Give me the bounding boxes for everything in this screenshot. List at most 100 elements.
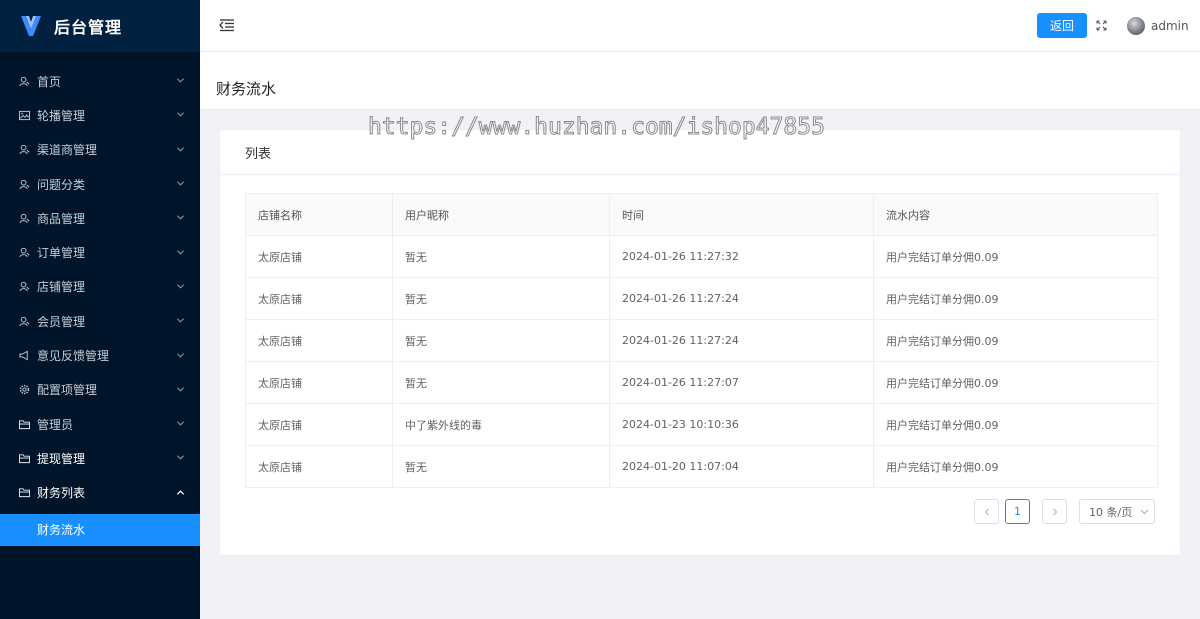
chevron-down-icon	[176, 419, 186, 429]
page-size-value: 10 条/页	[1089, 505, 1133, 519]
image-icon	[18, 109, 30, 121]
sidebar-item[interactable]: 提现管理	[0, 441, 200, 475]
chevron-down-icon	[176, 110, 186, 120]
pagination: 1 10 条/页	[974, 499, 1155, 524]
table-row: 太原店铺 暂无 2024-01-26 11:27:24 用户完结订单分佣0.09	[245, 319, 1158, 362]
cell-nickname: 暂无	[392, 277, 610, 320]
cell-time: 2024-01-23 10:10:36	[609, 403, 874, 446]
list-card: 列表 店铺名称 用户昵称 时间 流水内容 太原店铺 暂无 2024-01-26 11…	[219, 129, 1181, 556]
logo-icon	[21, 16, 41, 36]
user-icon	[18, 281, 30, 293]
page-header: 财务流水	[200, 52, 1200, 110]
cell-time: 2024-01-26 11:27:24	[609, 319, 874, 362]
chevron-down-icon	[176, 76, 186, 86]
chevron-down-icon	[176, 351, 186, 361]
cell-nickname: 中了紫外线的毒	[392, 403, 610, 446]
column-header-content: 流水内容	[873, 193, 1158, 236]
chevron-down-icon	[176, 282, 186, 292]
user-icon	[18, 75, 30, 87]
chevron-down-icon	[176, 213, 186, 223]
sidebar-item[interactable]: 配置项管理	[0, 373, 200, 407]
cell-content: 用户完结订单分佣0.09	[873, 361, 1158, 404]
cell-nickname: 暂无	[392, 361, 610, 404]
sidebar-item[interactable]: 财务列表	[0, 476, 200, 510]
user-icon	[18, 144, 30, 156]
sidebar-item-label: 轮播管理	[37, 108, 86, 123]
sidebar-menu: 首页轮播管理渠道商管理问题分类 商品管理订单管理店铺管理会员管理意见反馈管理 配置项…	[0, 52, 200, 546]
back-button[interactable]: 返回	[1037, 13, 1087, 38]
sidebar-item-label: 财务列表	[37, 486, 86, 501]
sidebar-item-label: 配置项管理	[37, 383, 98, 398]
user-icon	[18, 315, 30, 327]
cell-shop: 太原店铺	[245, 277, 393, 320]
logo[interactable]: 后台管理	[0, 0, 200, 52]
menu-fold-icon[interactable]	[219, 17, 235, 33]
sidebar-subitem-finance-flow[interactable]: 财务流水	[0, 513, 200, 546]
sidebar-item-label: 意见反馈管理	[37, 349, 110, 364]
next-page-button[interactable]	[1042, 499, 1067, 524]
chevron-down-icon	[176, 385, 186, 395]
chevron-down-icon	[176, 316, 186, 326]
sidebar-item[interactable]: 渠道商管理	[0, 133, 200, 167]
cell-nickname: 暂无	[392, 445, 610, 488]
sidebar-item[interactable]: 订单管理	[0, 235, 200, 269]
megaphone-icon	[18, 350, 30, 362]
page-size-select[interactable]: 10 条/页	[1079, 499, 1155, 524]
user-menu[interactable]: admin	[1127, 17, 1189, 35]
sidebar-item-label: 订单管理	[37, 246, 86, 261]
cell-shop: 太原店铺	[245, 361, 393, 404]
sidebar-item[interactable]: 问题分类	[0, 167, 200, 201]
sidebar-item[interactable]: 会员管理	[0, 304, 200, 338]
cell-shop: 太原店铺	[245, 403, 393, 446]
table-row: 太原店铺 暂无 2024-01-26 11:27:07 用户完结订单分佣0.09	[245, 361, 1158, 404]
sidebar-item[interactable]: 管理员	[0, 407, 200, 441]
sidebar: 后台管理 首页轮播管理渠道商管理问题分类 商品管理订单管理店铺管理会员管理意见反馈…	[0, 0, 200, 619]
folder-icon	[18, 452, 30, 464]
sidebar-item[interactable]: 意见反馈管理	[0, 338, 200, 372]
chevron-down-icon	[176, 145, 186, 155]
user-icon	[18, 178, 30, 190]
folder-icon	[18, 487, 30, 499]
page-number-button[interactable]: 1	[1005, 499, 1030, 524]
sidebar-item[interactable]: 商品管理	[0, 201, 200, 235]
cell-content: 用户完结订单分佣0.09	[873, 277, 1158, 320]
finance-table: 店铺名称 用户昵称 时间 流水内容 太原店铺 暂无 2024-01-26 11:27…	[245, 193, 1158, 488]
cell-time: 2024-01-26 11:27:24	[609, 277, 874, 320]
table-row: 太原店铺 暂无 2024-01-26 11:27:32 用户完结订单分佣0.09	[245, 235, 1158, 278]
avatar	[1127, 17, 1145, 35]
chevron-down-icon	[176, 179, 186, 189]
table-row: 太原店铺 暂无 2024-01-20 11:07:04 用户完结订单分佣0.09	[245, 445, 1158, 488]
table-header-row: 店铺名称 用户昵称 时间 流水内容	[245, 193, 1158, 236]
top-header: 返回 admin	[200, 0, 1200, 52]
chevron-left-icon	[984, 508, 989, 515]
sidebar-item[interactable]: 店铺管理	[0, 270, 200, 304]
sidebar-item-label: 店铺管理	[37, 280, 86, 295]
cell-time: 2024-01-26 11:27:07	[609, 361, 874, 404]
chevron-down-icon	[1140, 509, 1149, 515]
cell-shop: 太原店铺	[245, 319, 393, 362]
folder-icon	[18, 418, 30, 430]
sidebar-item-label: 渠道商管理	[37, 143, 98, 158]
cell-nickname: 暂无	[392, 319, 610, 362]
prev-page-button[interactable]	[974, 499, 999, 524]
sidebar-item-label: 会员管理	[37, 314, 86, 329]
page-title: 财务流水	[216, 80, 277, 98]
cell-time: 2024-01-20 11:07:04	[609, 445, 874, 488]
column-header-nickname: 用户昵称	[392, 193, 610, 236]
sidebar-item[interactable]: 轮播管理	[0, 98, 200, 132]
sidebar-item[interactable]: 首页	[0, 64, 200, 98]
sidebar-item-label: 提现管理	[37, 451, 86, 466]
cell-content: 用户完结订单分佣0.09	[873, 235, 1158, 278]
chevron-right-icon	[1052, 508, 1057, 515]
gear-icon	[18, 384, 30, 396]
cell-shop: 太原店铺	[245, 445, 393, 488]
table-row: 太原店铺 中了紫外线的毒 2024-01-23 10:10:36 用户完结订单分佣0.…	[245, 403, 1158, 446]
sidebar-item-label: 管理员	[37, 417, 74, 432]
fullscreen-icon[interactable]	[1096, 20, 1107, 31]
table-row: 太原店铺 暂无 2024-01-26 11:27:24 用户完结订单分佣0.09	[245, 277, 1158, 320]
username: admin	[1151, 19, 1189, 33]
cell-time: 2024-01-26 11:27:32	[609, 235, 874, 278]
sidebar-item-label: 首页	[37, 74, 62, 89]
cell-content: 用户完结订单分佣0.09	[873, 403, 1158, 446]
cell-shop: 太原店铺	[245, 235, 393, 278]
